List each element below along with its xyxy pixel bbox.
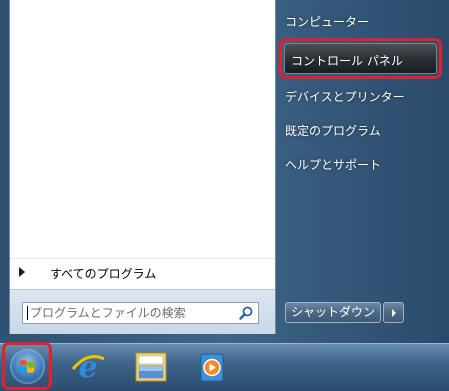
computer-item[interactable]: コンピューター <box>285 13 369 30</box>
computer-label: コンピューター <box>285 15 370 29</box>
windows-explorer-icon[interactable] <box>131 347 171 387</box>
search-input[interactable] <box>30 304 230 322</box>
internet-explorer-icon[interactable]: e <box>68 347 108 387</box>
windows-flag-icon <box>19 360 35 373</box>
media-player-icon[interactable] <box>192 347 232 387</box>
shutdown-button[interactable]: シャットダウン <box>285 302 381 323</box>
control-panel-label: コントロール パネル <box>291 54 403 68</box>
magnifier-icon[interactable] <box>238 305 254 321</box>
default-programs-item[interactable]: 既定のプログラム <box>285 122 381 139</box>
search-area <box>10 289 275 334</box>
all-programs-label: すべてのプログラム <box>50 267 157 281</box>
devices-and-printers-item[interactable]: デバイスとプリンター <box>285 88 405 105</box>
default-programs-label: 既定のプログラム <box>285 124 381 138</box>
search-box[interactable] <box>22 302 259 324</box>
help-and-support-label: ヘルプとサポート <box>285 158 382 172</box>
help-and-support-item[interactable]: ヘルプとサポート <box>285 156 381 173</box>
triangle-right-icon <box>19 267 25 277</box>
start-menu: すべてのプログラム コンピューター コントロール パネル デバイスとプリンター … <box>0 0 449 343</box>
control-panel-item[interactable]: コントロール パネル <box>279 38 442 79</box>
all-programs-item[interactable]: すべてのプログラム <box>10 258 275 289</box>
start-menu-left-pane: すべてのプログラム <box>9 0 276 334</box>
windows-start-orb-icon <box>10 349 45 384</box>
shutdown-options-button[interactable] <box>383 302 404 323</box>
devices-and-printers-label: デバイスとプリンター <box>285 90 405 104</box>
start-button[interactable] <box>2 342 52 390</box>
text-cursor <box>27 306 28 320</box>
